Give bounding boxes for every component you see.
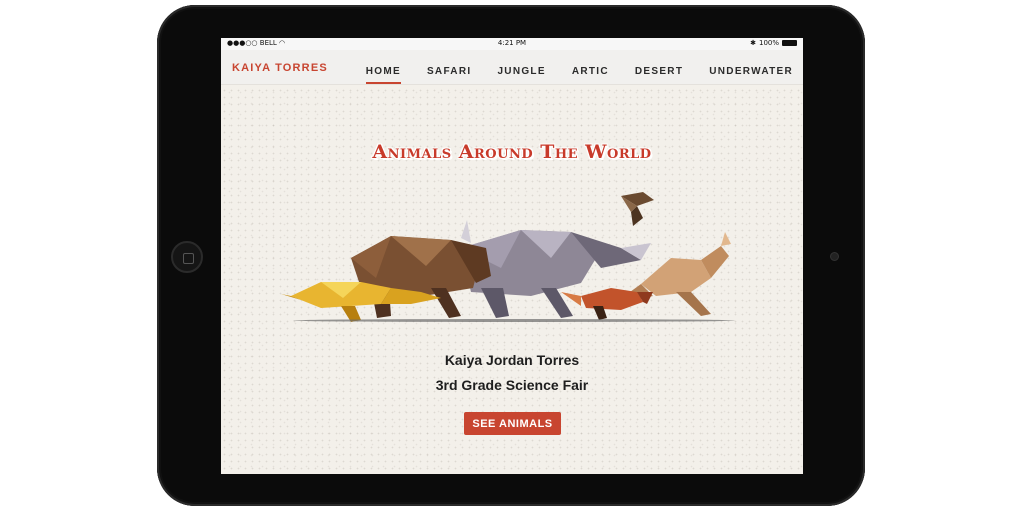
- ground-shadow: [293, 319, 735, 322]
- nav-home[interactable]: HOME: [365, 66, 402, 84]
- status-bar: ●●●○○ BELL ◠ 4:21 PM ✱ 100%: [221, 38, 803, 50]
- main-nav: HOME SAFARI JUNGLE ARTIC DESERT UNDERWAT…: [340, 66, 793, 84]
- nav-safari[interactable]: SAFARI: [427, 66, 471, 77]
- status-right: ✱ 100%: [750, 39, 797, 47]
- event-subtitle: 3rd Grade Science Fair: [435, 377, 589, 393]
- top-navbar: KAIYA TORRES HOME SAFARI JUNGLE ARTIC DE…: [221, 50, 803, 85]
- brand-logo[interactable]: KAIYA TORRES: [232, 62, 328, 74]
- hero-title: Animals Around The World: [372, 141, 652, 163]
- lowpoly-animals-illustration: [281, 192, 731, 322]
- clock: 4:21 PM: [497, 39, 527, 47]
- red-panda-icon: [561, 288, 653, 320]
- student-name: Kaiya Jordan Torres: [444, 352, 580, 368]
- battery-percent: 100%: [758, 39, 779, 47]
- nav-underwater[interactable]: UNDERWATER: [709, 66, 793, 77]
- nav-jungle[interactable]: JUNGLE: [497, 66, 545, 77]
- screen: ●●●○○ BELL ◠ 4:21 PM ✱ 100% KAIYA TORRES…: [221, 38, 803, 474]
- home-square-icon: [183, 253, 194, 264]
- bluetooth-icon: ✱: [750, 39, 756, 47]
- battery-icon: [782, 40, 797, 46]
- nav-desert[interactable]: DESERT: [635, 66, 683, 77]
- camera-icon: [830, 252, 839, 261]
- eagle-icon: [621, 192, 654, 226]
- nav-artic[interactable]: ARTIC: [572, 66, 609, 77]
- bear-icon: [351, 236, 491, 318]
- see-animals-button[interactable]: SEE ANIMALS: [464, 412, 561, 435]
- home-button[interactable]: [171, 241, 203, 273]
